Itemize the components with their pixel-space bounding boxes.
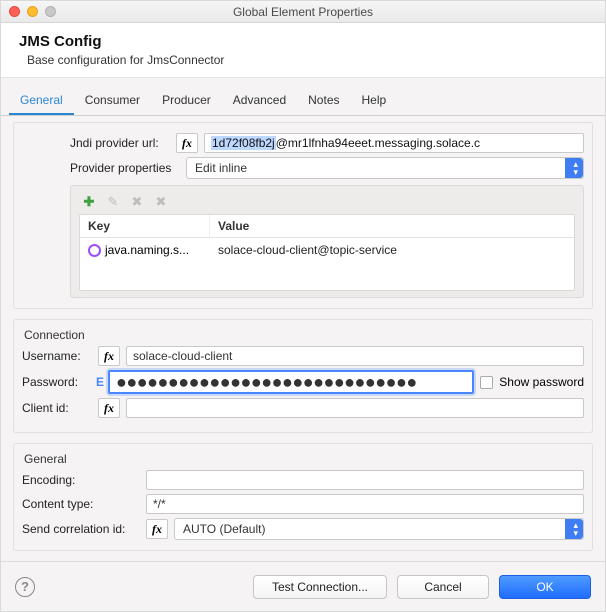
encoding-row: Encoding: <box>22 470 584 490</box>
show-password-checkbox[interactable] <box>480 376 493 389</box>
send-corr-value: AUTO (Default) <box>183 522 265 536</box>
connection-panel: Connection Username: fx solace-cloud-cli… <box>13 319 593 433</box>
col-key: Key <box>80 215 210 237</box>
fx-button[interactable]: fx <box>146 519 168 539</box>
jndi-url-row: Jndi provider url: fx 1d72f08fb2j@mr1lfn… <box>22 133 584 153</box>
provider-props-select[interactable]: Edit inline ▴▾ <box>186 157 584 179</box>
dialog-window: Global Element Properties JMS Config Bas… <box>0 0 606 612</box>
tab-notes[interactable]: Notes <box>297 86 350 115</box>
fx-button[interactable]: fx <box>98 346 120 366</box>
provider-props-row: Provider properties Edit inline ▴▾ <box>22 157 584 179</box>
content-type-row: Content type: */* <box>22 494 584 514</box>
provider-props-value: Edit inline <box>195 161 247 175</box>
row-value: solace-cloud-client@topic-service <box>210 238 574 262</box>
jndi-panel: Jndi provider url: fx 1d72f08fb2j@mr1lfn… <box>13 122 593 309</box>
tab-producer[interactable]: Producer <box>151 86 222 115</box>
chevron-updown-icon: ▴▾ <box>573 160 578 176</box>
table-empty-space <box>80 262 574 290</box>
globe-icon <box>88 244 101 257</box>
username-row: Username: fx solace-cloud-client <box>22 346 584 366</box>
tab-general[interactable]: General <box>9 86 74 115</box>
content-type-label: Content type: <box>22 497 140 511</box>
send-corr-select[interactable]: AUTO (Default) ▴▾ <box>174 518 584 540</box>
clientid-row: Client id: fx <box>22 398 584 418</box>
password-input[interactable]: ●●●●●●●●●●●●●●●●●●●●●●●●●●●●● <box>108 370 474 394</box>
connection-legend: Connection <box>24 328 584 342</box>
username-label: Username: <box>22 349 92 363</box>
dialog-header: JMS Config Base configuration for JmsCon… <box>1 23 605 78</box>
properties-table: Key Value java.naming.s... solace-cloud-… <box>79 214 575 291</box>
provider-props-label: Provider properties <box>70 161 180 175</box>
edit-icon: ✎ <box>105 194 121 210</box>
username-input[interactable]: solace-cloud-client <box>126 346 584 366</box>
chevron-updown-icon: ▴▾ <box>573 521 578 537</box>
clientid-label: Client id: <box>22 401 92 415</box>
dialog-body: Jndi provider url: fx 1d72f08fb2j@mr1lfn… <box>1 116 605 561</box>
tabbar: General Consumer Producer Advanced Notes… <box>1 86 605 116</box>
page-subtitle: Base configuration for JmsConnector <box>27 53 589 67</box>
cancel-button[interactable]: Cancel <box>397 575 489 599</box>
general-legend: General <box>24 452 584 466</box>
ok-button[interactable]: OK <box>499 575 591 599</box>
tab-help[interactable]: Help <box>351 86 398 115</box>
jndi-url-input[interactable]: 1d72f08fb2j@mr1lfnha94eeet.messaging.sol… <box>204 133 584 153</box>
password-label: Password: <box>22 375 92 389</box>
content-type-input[interactable]: */* <box>146 494 584 514</box>
jndi-url-rest: @mr1lfnha94eeet.messaging.solace.c <box>276 136 480 150</box>
encoding-label: Encoding: <box>22 473 140 487</box>
help-icon[interactable]: ? <box>15 577 35 597</box>
table-toolbar: ✚ ✎ ✖ ✖ <box>79 192 575 214</box>
add-icon[interactable]: ✚ <box>81 194 97 210</box>
clear-icon: ✖ <box>153 194 169 210</box>
table-header: Key Value <box>80 215 574 238</box>
titlebar: Global Element Properties <box>1 1 605 23</box>
clientid-input[interactable] <box>126 398 584 418</box>
expression-marker: E <box>96 375 102 389</box>
show-password-label: Show password <box>499 375 584 389</box>
fx-button[interactable]: fx <box>176 133 198 153</box>
jndi-url-label: Jndi provider url: <box>70 136 170 150</box>
encoding-input[interactable] <box>146 470 584 490</box>
jndi-url-highlight: 1d72f08fb2j <box>211 136 276 150</box>
dialog-footer: ? Test Connection... Cancel OK <box>1 561 605 611</box>
send-corr-label: Send correlation id: <box>22 522 140 536</box>
page-title: JMS Config <box>19 33 589 50</box>
send-corr-row: Send correlation id: fx AUTO (Default) ▴… <box>22 518 584 540</box>
window-title: Global Element Properties <box>1 5 605 19</box>
provider-props-editor: ✚ ✎ ✖ ✖ Key Value java.naming.s... <box>70 185 584 298</box>
fx-button[interactable]: fx <box>98 398 120 418</box>
tab-advanced[interactable]: Advanced <box>222 86 297 115</box>
delete-icon: ✖ <box>129 194 145 210</box>
row-key: java.naming.s... <box>105 243 189 257</box>
table-row[interactable]: java.naming.s... solace-cloud-client@top… <box>80 238 574 262</box>
general-panel: General Encoding: Content type: */* Send… <box>13 443 593 551</box>
tab-consumer[interactable]: Consumer <box>74 86 151 115</box>
password-row: Password: E ●●●●●●●●●●●●●●●●●●●●●●●●●●●●… <box>22 370 584 394</box>
col-value: Value <box>210 215 574 237</box>
test-connection-button[interactable]: Test Connection... <box>253 575 387 599</box>
